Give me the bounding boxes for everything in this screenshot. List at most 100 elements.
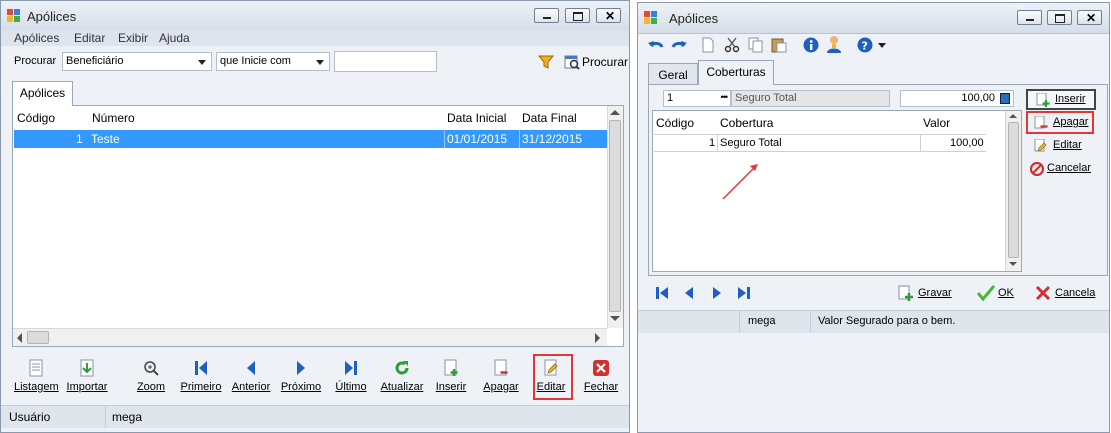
check-icon bbox=[976, 285, 996, 302]
menu-exibir[interactable]: Exibir bbox=[118, 31, 148, 45]
copy-icon[interactable] bbox=[748, 37, 764, 53]
new-document-icon[interactable] bbox=[700, 37, 716, 53]
left-titlebar[interactable]: Apólices ✕ bbox=[1, 1, 629, 32]
redo-icon[interactable] bbox=[671, 37, 687, 53]
apagar-button[interactable]: Apagar bbox=[479, 359, 523, 393]
next-record-icon[interactable] bbox=[709, 285, 725, 301]
ultimo-button[interactable]: Último bbox=[329, 359, 373, 393]
filter-icon[interactable] bbox=[537, 55, 555, 71]
ok-button[interactable]: OK bbox=[976, 285, 1017, 305]
primeiro-button[interactable]: Primeiro bbox=[179, 359, 223, 393]
menu-editar[interactable]: Editar bbox=[74, 31, 105, 45]
minimize-button[interactable] bbox=[1017, 10, 1042, 25]
list-icon bbox=[27, 359, 45, 377]
atualizar-button[interactable]: Atualizar bbox=[377, 359, 427, 393]
cell-data-inicial: 01/01/2015 bbox=[447, 132, 508, 146]
app-icon bbox=[7, 9, 21, 23]
proximo-button[interactable]: Próximo bbox=[279, 359, 323, 393]
col-header-codigo[interactable]: Código bbox=[17, 111, 55, 125]
apolices-table: Código Número Data Inicial Data Final 1 … bbox=[12, 105, 624, 347]
importar-button[interactable]: Importar bbox=[64, 359, 110, 393]
first-record-icon[interactable] bbox=[654, 285, 670, 301]
close-button[interactable]: ✕ bbox=[1077, 10, 1102, 25]
search-operator-value: que Inicie com bbox=[220, 55, 291, 67]
search-field-value: Beneficiário bbox=[66, 55, 124, 67]
paste-icon[interactable] bbox=[771, 37, 787, 53]
info-icon[interactable] bbox=[803, 37, 819, 53]
col-header-cobertura[interactable]: Cobertura bbox=[720, 116, 773, 130]
status-user-value: mega bbox=[748, 315, 776, 327]
apolice-edit-window: Apólices ✕ ? Geral Coberturas 1 ••• Segu… bbox=[637, 2, 1110, 433]
insert-icon bbox=[442, 359, 460, 377]
col-header-data-inicial[interactable]: Data Inicial bbox=[447, 111, 506, 125]
edit-cobertura-display: Seguro Total bbox=[731, 90, 890, 107]
fechar-button[interactable]: Fechar bbox=[579, 359, 623, 393]
cell-data-final: 31/12/2015 bbox=[522, 132, 583, 146]
vertical-scrollbar[interactable] bbox=[607, 106, 623, 328]
inserir-side-button[interactable]: Inserir bbox=[1026, 89, 1096, 110]
search-button-icon[interactable] bbox=[564, 54, 580, 70]
scroll-thumb[interactable] bbox=[609, 120, 621, 312]
calculator-icon[interactable] bbox=[1000, 93, 1010, 104]
search-operator-select[interactable]: que Inicie com bbox=[216, 52, 330, 71]
table-row[interactable]: 1 Teste 01/01/2015 31/12/2015 bbox=[14, 130, 607, 148]
cell-valor: 100,00 bbox=[950, 137, 984, 149]
cut-icon[interactable] bbox=[724, 37, 740, 53]
minimize-button[interactable] bbox=[534, 8, 559, 23]
gravar-button[interactable]: Gravar bbox=[897, 285, 959, 305]
search-button[interactable]: Procurar bbox=[582, 55, 628, 69]
right-statusbar: mega Valor Segurado para o bem. bbox=[638, 310, 1109, 333]
zoom-icon bbox=[142, 359, 160, 377]
listagem-button[interactable]: Listagem bbox=[14, 359, 59, 393]
close-button[interactable]: ✕ bbox=[596, 8, 621, 23]
horizontal-scrollbar[interactable] bbox=[13, 328, 607, 346]
edit-toolbar: ? bbox=[638, 33, 1109, 57]
apolices-list-window: Apólices ✕ Apólices Editar Exibir Ajuda … bbox=[0, 0, 630, 433]
tab-geral[interactable]: Geral bbox=[648, 63, 698, 85]
annotation-arrow bbox=[722, 164, 758, 200]
apagar-highlight bbox=[1026, 111, 1094, 134]
help-dropdown-icon[interactable] bbox=[878, 43, 886, 48]
col-header-valor[interactable]: Valor bbox=[923, 116, 950, 130]
search-field-select[interactable]: Beneficiário bbox=[62, 52, 212, 71]
hscroll-thumb[interactable] bbox=[27, 331, 49, 344]
col-header-data-final[interactable]: Data Final bbox=[522, 111, 577, 125]
col-header-codigo[interactable]: Código bbox=[656, 116, 694, 130]
last-record-icon[interactable] bbox=[736, 285, 752, 301]
inserir-button[interactable]: Inserir bbox=[431, 359, 471, 393]
help-icon[interactable]: ? bbox=[857, 37, 873, 53]
cancelar-side-button[interactable]: Cancelar bbox=[1026, 159, 1101, 180]
edit-valor-input[interactable]: 100,00 bbox=[900, 90, 1014, 107]
lookup-button[interactable]: ••• bbox=[721, 92, 729, 102]
search-input[interactable] bbox=[334, 51, 437, 72]
status-user-label: Usuário bbox=[9, 410, 51, 424]
user-icon[interactable] bbox=[825, 35, 841, 53]
status-hint: Valor Segurado para o bem. bbox=[818, 315, 956, 327]
save-icon bbox=[897, 285, 913, 301]
table-row[interactable]: 1 Seguro Total 100,00 bbox=[654, 134, 986, 152]
maximize-button[interactable] bbox=[1047, 10, 1072, 25]
previous-record-icon[interactable] bbox=[681, 285, 697, 301]
menu-apolices[interactable]: Apólices bbox=[14, 31, 59, 45]
anterior-button[interactable]: Anterior bbox=[229, 359, 273, 393]
maximize-button[interactable] bbox=[565, 8, 590, 23]
zoom-button[interactable]: Zoom bbox=[131, 359, 171, 393]
tab-apolices[interactable]: Apólices bbox=[12, 81, 73, 106]
cancela-button[interactable]: Cancela bbox=[1035, 285, 1105, 305]
menu-ajuda[interactable]: Ajuda bbox=[159, 31, 190, 45]
delete-icon bbox=[492, 359, 510, 377]
undo-icon[interactable] bbox=[648, 37, 664, 53]
col-header-numero[interactable]: Número bbox=[92, 111, 135, 125]
close-red-icon bbox=[592, 359, 610, 377]
tab-coberturas[interactable]: Coberturas bbox=[698, 60, 774, 85]
vertical-scrollbar[interactable] bbox=[1005, 111, 1021, 271]
refresh-icon bbox=[393, 359, 411, 377]
edit-codigo-input[interactable]: 1 ••• bbox=[663, 90, 731, 107]
coberturas-table: Código Cobertura Valor 1 Seguro Total 10… bbox=[652, 110, 1022, 272]
right-window-title: Apólices bbox=[669, 11, 719, 26]
record-navigator bbox=[652, 284, 752, 304]
editar-side-button[interactable]: Editar bbox=[1026, 136, 1096, 157]
scroll-thumb[interactable] bbox=[1008, 122, 1019, 258]
previous-record-icon bbox=[242, 359, 260, 377]
right-titlebar[interactable]: Apólices ✕ bbox=[638, 3, 1109, 34]
